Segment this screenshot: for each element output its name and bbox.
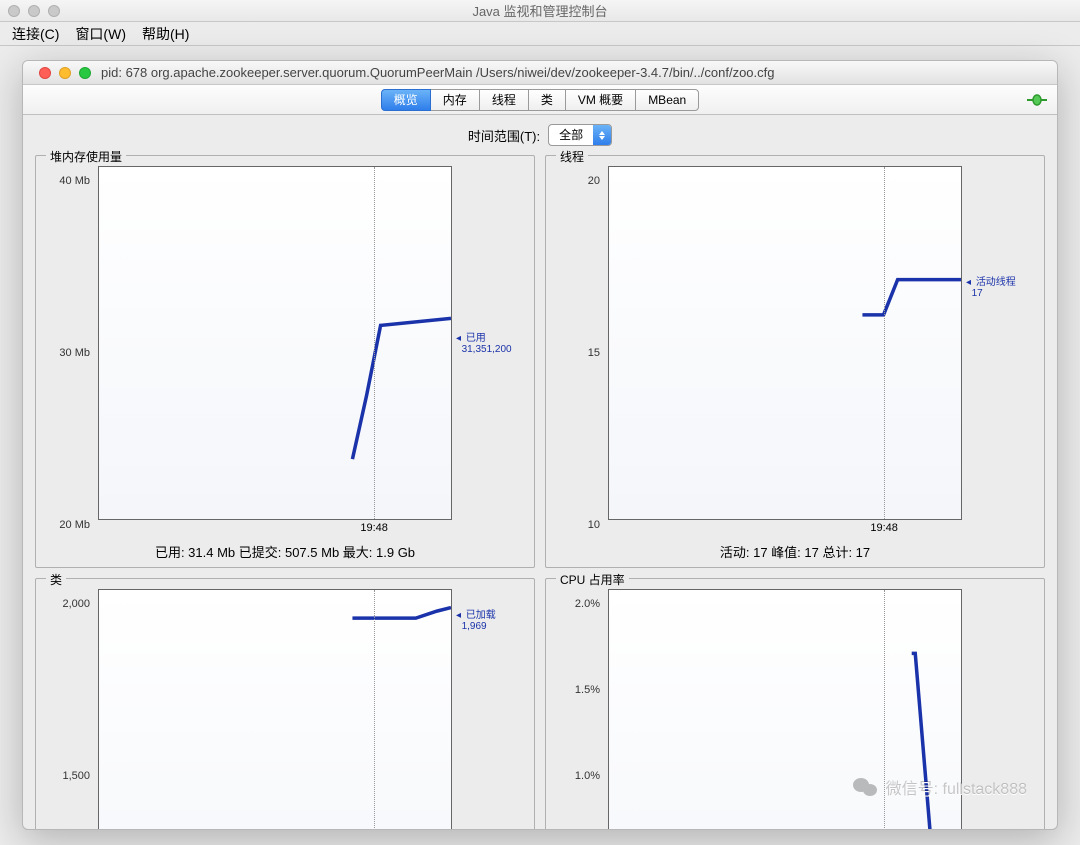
stepper-arrows-icon [593, 125, 611, 145]
time-range-label: 时间范围(T): [468, 126, 540, 145]
minimize-button[interactable] [59, 67, 71, 79]
outer-titlebar: Java 监视和管理控制台 [0, 0, 1080, 22]
app-title: Java 监视和管理控制台 [0, 1, 1080, 20]
heap-chart[interactable] [98, 166, 452, 520]
heap-stats: 已用: 31.4 Mb 已提交: 507.5 Mb 最大: 1.9 Gb [44, 540, 526, 561]
threads-xaxis: 19:48 [608, 520, 962, 540]
threads-legend: ◂ 活动线程 17 [966, 166, 1036, 540]
tab-group: 概览 内存 线程 类 VM 概要 MBean [381, 89, 699, 111]
tab-classes[interactable]: 类 [528, 89, 566, 111]
time-range-value: 全部 [549, 125, 593, 145]
left-arrow-icon: ◂ [966, 277, 971, 288]
cpu-panel: CPU 占用率 2.0% 1.5% 1.0% 0.5% 0.0% [545, 578, 1045, 830]
tab-overview[interactable]: 概览 [381, 89, 431, 111]
menu-window[interactable]: 窗口(W) [75, 24, 126, 44]
classes-legend: ◂ 已加载 1,969 [456, 589, 526, 830]
threads-yaxis: 20 15 10 [554, 166, 604, 540]
heap-panel-title: 堆内存使用量 [46, 148, 126, 165]
left-arrow-icon: ◂ [456, 333, 461, 344]
heap-legend: ◂ 已用 31,351,200 [456, 166, 526, 540]
heap-yaxis: 40 Mb 30 Mb 20 Mb [44, 166, 94, 540]
time-range-select[interactable]: 全部 [548, 124, 612, 146]
tab-vm-summary[interactable]: VM 概要 [565, 89, 636, 111]
overview-panels: 堆内存使用量 40 Mb 30 Mb 20 Mb [23, 155, 1057, 829]
left-arrow-icon: ◂ [456, 610, 461, 621]
zoom-button[interactable] [79, 67, 91, 79]
threads-panel-title: 线程 [556, 148, 588, 165]
cpu-legend: ◂ CPU 占用率 0.1% [966, 589, 1036, 830]
main-window: Java 监视和管理控制台 连接(C) 窗口(W) 帮助(H) pid: 678… [0, 0, 1080, 845]
time-range-row: 时间范围(T): 全部 [23, 115, 1057, 155]
connection-status-icon [1027, 91, 1047, 109]
threads-stats: 活动: 17 峰值: 17 总计: 17 [554, 540, 1036, 561]
heap-memory-panel: 堆内存使用量 40 Mb 30 Mb 20 Mb [35, 155, 535, 568]
inner-titlebar[interactable]: pid: 678 org.apache.zookeeper.server.quo… [23, 61, 1057, 85]
threads-panel: 线程 20 15 10 [545, 155, 1045, 568]
threads-chart[interactable] [608, 166, 962, 520]
tab-toolbar: 概览 内存 线程 类 VM 概要 MBean [23, 85, 1057, 115]
heap-xaxis: 19:48 [98, 520, 452, 540]
close-button[interactable] [39, 67, 51, 79]
cpu-panel-title: CPU 占用率 [556, 571, 629, 588]
classes-yaxis: 2,000 1,500 1,000 [44, 589, 94, 830]
cpu-chart[interactable] [608, 589, 962, 830]
menu-help[interactable]: 帮助(H) [142, 24, 189, 44]
cpu-yaxis: 2.0% 1.5% 1.0% 0.5% 0.0% [554, 589, 604, 830]
classes-panel: 类 2,000 1,500 1,000 [35, 578, 535, 830]
tab-mbean[interactable]: MBean [635, 89, 699, 111]
classes-chart[interactable] [98, 589, 452, 830]
classes-panel-title: 类 [46, 571, 66, 588]
tab-memory[interactable]: 内存 [430, 89, 480, 111]
menu-connection[interactable]: 连接(C) [12, 24, 59, 44]
connection-window: pid: 678 org.apache.zookeeper.server.quo… [22, 60, 1058, 830]
inner-title: pid: 678 org.apache.zookeeper.server.quo… [101, 65, 775, 80]
menubar: 连接(C) 窗口(W) 帮助(H) [0, 22, 1080, 46]
tab-threads[interactable]: 线程 [479, 89, 529, 111]
